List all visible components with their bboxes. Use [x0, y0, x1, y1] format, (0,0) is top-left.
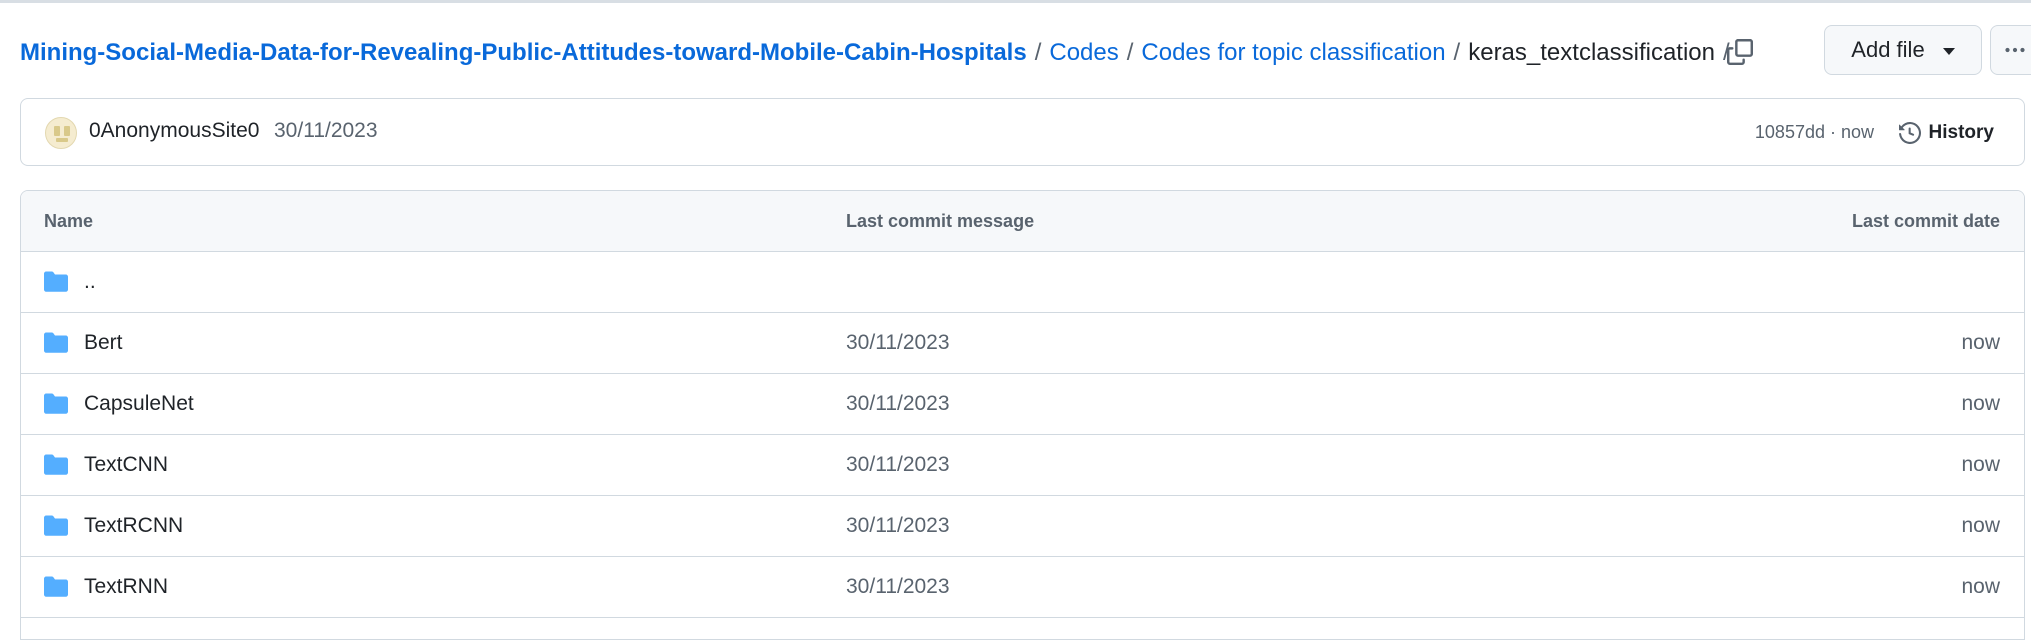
top-divider [0, 0, 2031, 3]
avatar[interactable] [45, 117, 77, 149]
breadcrumb-current: keras_textclassification [1468, 39, 1715, 66]
table-header: Name Last commit message Last commit dat… [21, 191, 2024, 252]
folder-icon [44, 515, 68, 536]
commit-author-link[interactable]: 0AnonymousSite0 [89, 119, 259, 143]
column-header-name: Name [44, 211, 94, 231]
history-button[interactable]: History [1898, 115, 1994, 151]
history-label: History [1928, 122, 1994, 143]
table-row[interactable]: TextRNN 30/11/2023 now [21, 557, 2024, 618]
file-name-link[interactable]: .. [84, 270, 96, 294]
column-header-message: Last commit message [846, 211, 1035, 231]
folder-icon [44, 393, 68, 414]
table-row[interactable]: Bert 30/11/2023 now [21, 313, 2024, 374]
breadcrumb-repo-link[interactable]: Mining-Social-Media-Data-for-Revealing-P… [20, 39, 1027, 67]
breadcrumb-separator: / [1126, 39, 1134, 66]
copy-icon [1727, 39, 1753, 65]
file-table: Name Last commit message Last commit dat… [20, 190, 2025, 640]
commit-message-link[interactable]: 30/11/2023 [846, 514, 950, 538]
kebab-horizontal-icon [2005, 47, 2025, 53]
commit-sha-link[interactable]: 10857dd · now [1755, 122, 1874, 143]
file-name-link[interactable]: Bert [84, 331, 123, 355]
file-name-link[interactable]: TextRNN [84, 575, 168, 599]
add-file-label: Add file [1851, 37, 1925, 62]
latest-commit-bar: 0AnonymousSite0 30/11/2023 10857dd · now… [20, 98, 2025, 166]
breadcrumb-topic-classification-link[interactable]: Codes for topic classification [1141, 39, 1445, 67]
commit-message-link[interactable]: 30/11/2023 [846, 331, 950, 355]
breadcrumb-separator: / [1034, 39, 1042, 66]
folder-icon [44, 454, 68, 475]
file-name-link[interactable]: TextCNN [84, 453, 168, 477]
commit-date: now [1961, 575, 2000, 598]
file-name-link[interactable]: TextRCNN [84, 514, 183, 538]
copy-path-button[interactable] [1720, 32, 1760, 72]
history-icon [1898, 122, 1921, 144]
commit-message-link[interactable]: 30/11/2023 [846, 453, 950, 477]
commit-message-link[interactable]: 30/11/2023 [846, 575, 950, 599]
breadcrumb-separator: / [1453, 39, 1461, 66]
table-row[interactable]: CapsuleNet 30/11/2023 now [21, 374, 2024, 435]
commit-message-link[interactable]: 30/11/2023 [846, 392, 950, 416]
commit-date: now [1961, 514, 2000, 537]
column-header-date: Last commit date [1851, 211, 2000, 231]
commit-date: now [1961, 392, 2000, 415]
breadcrumb-codes-link[interactable]: Codes [1049, 39, 1118, 67]
table-row[interactable]: TextCNN 30/11/2023 now [21, 435, 2024, 496]
commit-date: now [1961, 453, 2000, 476]
folder-icon [44, 271, 68, 292]
more-options-button[interactable] [1990, 25, 2031, 75]
table-row-parent-directory[interactable]: .. [21, 252, 2024, 313]
breadcrumb: Mining-Social-Media-Data-for-Revealing-P… [20, 33, 1738, 73]
commit-message[interactable]: 30/11/2023 [274, 119, 378, 143]
chevron-down-icon [1942, 47, 1955, 55]
folder-icon [44, 576, 68, 597]
identicon-icon [54, 126, 70, 142]
add-file-button[interactable]: Add file [1824, 25, 1982, 75]
file-name-link[interactable]: CapsuleNet [84, 392, 194, 416]
commit-date: now [1961, 331, 2000, 354]
table-row[interactable]: TextRCNN 30/11/2023 now [21, 496, 2024, 557]
folder-icon [44, 332, 68, 353]
